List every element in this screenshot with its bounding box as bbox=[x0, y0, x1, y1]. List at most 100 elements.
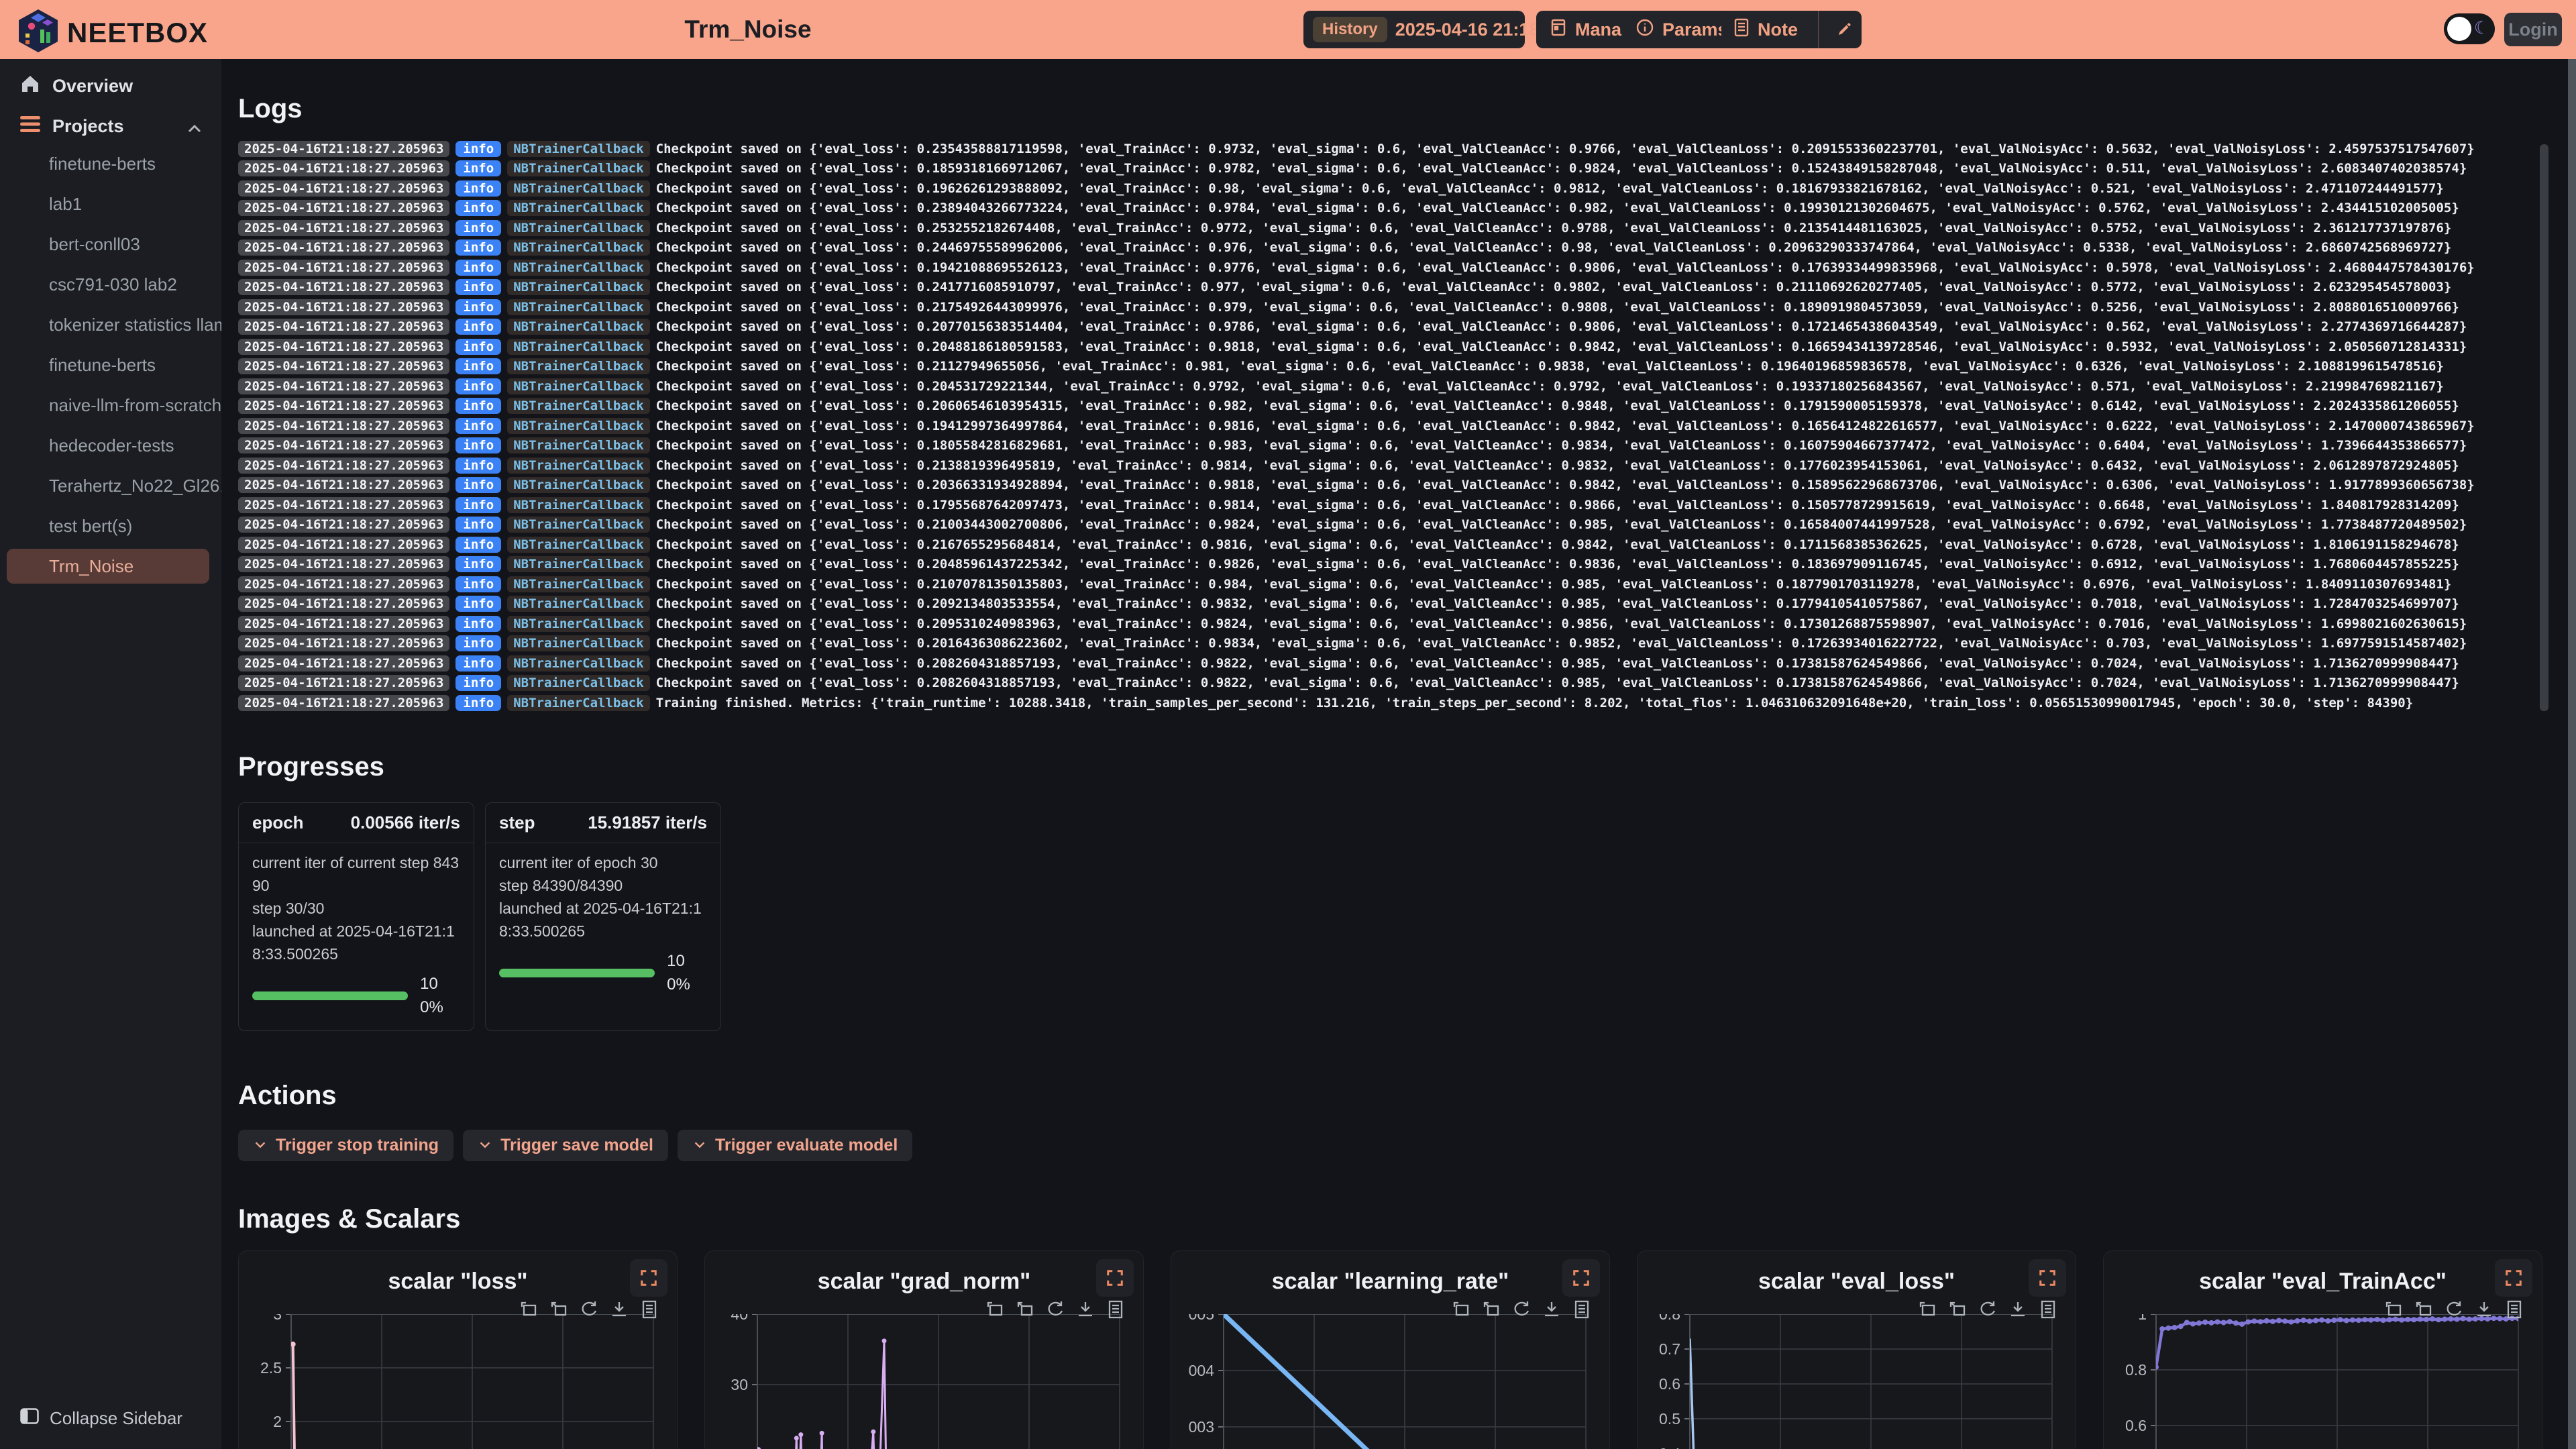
log-timestamp: 2025-04-16T21:18:27.205963 bbox=[238, 141, 449, 157]
zoom-reset-icon[interactable] bbox=[1481, 1299, 1501, 1320]
chart-plot[interactable]: 40302010 bbox=[717, 1314, 1132, 1449]
log-level-badge: info bbox=[455, 497, 501, 513]
data-view-icon[interactable] bbox=[1572, 1299, 1592, 1320]
chart-toolbar bbox=[1917, 1299, 2058, 1320]
log-tag: NBTrainerCallback bbox=[507, 220, 649, 236]
page-scrollbar[interactable] bbox=[2568, 59, 2576, 1449]
neetbox-logo-icon bbox=[19, 9, 58, 56]
download-icon[interactable] bbox=[1075, 1299, 1095, 1320]
zoom-reset-icon[interactable] bbox=[1015, 1299, 1035, 1320]
chevron-up-icon[interactable] bbox=[186, 119, 203, 140]
sidebar-project-item-selected[interactable]: Trm_Noise bbox=[7, 549, 209, 584]
chart-plot[interactable]: 10.80.60.40.2 bbox=[2116, 1314, 2531, 1449]
sidebar-project-item[interactable]: test bert(s) bbox=[0, 506, 221, 546]
log-tag: NBTrainerCallback bbox=[507, 497, 649, 513]
sidebar-item-overview[interactable]: Overview bbox=[0, 68, 221, 103]
chart-card: scalar "eval_loss" 0.80.70.60.50.40.30.2 bbox=[1637, 1250, 2076, 1449]
sidebar-project-item[interactable]: tokenizer statistics llama... bbox=[0, 305, 221, 345]
expand-chart-button[interactable] bbox=[630, 1259, 667, 1297]
log-tag: NBTrainerCallback bbox=[507, 180, 649, 197]
log-message: Checkpoint saved on {'eval_loss': 0.2082… bbox=[656, 676, 2459, 690]
log-scrollbar[interactable] bbox=[2540, 144, 2548, 711]
svg-text:0.6: 0.6 bbox=[1659, 1375, 1680, 1393]
data-view-icon[interactable] bbox=[1106, 1299, 1126, 1320]
brand[interactable]: NEETBOX bbox=[19, 9, 208, 56]
expand-chart-button[interactable] bbox=[1562, 1259, 1600, 1297]
log-timestamp: 2025-04-16T21:18:27.205963 bbox=[238, 596, 449, 612]
log-tag: NBTrainerCallback bbox=[507, 655, 649, 672]
log-message: Checkpoint saved on {'eval_loss': 0.2167… bbox=[656, 537, 2459, 552]
download-icon[interactable] bbox=[2474, 1299, 2494, 1320]
log-row: 2025-04-16T21:18:27.205963 info NBTraine… bbox=[238, 674, 2539, 694]
log-list[interactable]: 2025-04-16T21:18:27.205963 info NBTraine… bbox=[238, 139, 2539, 713]
log-message: Checkpoint saved on {'eval_loss': 0.2092… bbox=[656, 596, 2459, 611]
zoom-reset-icon[interactable] bbox=[2414, 1299, 2434, 1320]
zoom-reset-icon[interactable] bbox=[1947, 1299, 1968, 1320]
expand-chart-button[interactable] bbox=[2495, 1259, 2532, 1297]
download-icon[interactable] bbox=[609, 1299, 629, 1320]
log-level-badge: info bbox=[455, 239, 501, 256]
log-level-badge: info bbox=[455, 517, 501, 533]
log-row: 2025-04-16T21:18:27.205963 info NBTraine… bbox=[238, 396, 2539, 417]
chart-plot[interactable]: 0.80.70.60.50.40.30.2 bbox=[1650, 1314, 2065, 1449]
log-row: 2025-04-16T21:18:27.205963 info NBTraine… bbox=[238, 555, 2539, 575]
sidebar-item-projects[interactable]: Projects bbox=[0, 109, 221, 144]
zoom-reset-icon[interactable] bbox=[549, 1299, 569, 1320]
note-main[interactable]: Note bbox=[1721, 11, 1810, 48]
login-button[interactable]: Login bbox=[2504, 13, 2562, 46]
log-tag: NBTrainerCallback bbox=[507, 576, 649, 592]
log-level-badge: info bbox=[455, 319, 501, 335]
log-level-badge: info bbox=[455, 180, 501, 197]
sidebar-project-item[interactable]: finetune-berts bbox=[0, 144, 221, 184]
progress-name: step bbox=[499, 812, 535, 833]
collapse-sidebar-button[interactable]: Collapse Sidebar bbox=[0, 1408, 182, 1429]
data-view-icon[interactable] bbox=[639, 1299, 659, 1320]
expand-chart-button[interactable] bbox=[2029, 1259, 2066, 1297]
zoom-select-icon[interactable] bbox=[1917, 1299, 1937, 1320]
chart-plot[interactable]: 005004003002001 bbox=[1183, 1314, 1599, 1449]
sidebar-project-item[interactable]: finetune-berts bbox=[0, 345, 221, 385]
log-timestamp: 2025-04-16T21:18:27.205963 bbox=[238, 616, 449, 632]
log-row: 2025-04-16T21:18:27.205963 info NBTraine… bbox=[238, 178, 2539, 199]
actions-heading: Actions bbox=[238, 1081, 2560, 1111]
sidebar: Overview Projects finetune-bertslab1bert… bbox=[0, 59, 221, 1449]
expand-chart-button[interactable] bbox=[1096, 1259, 1134, 1297]
trigger-action-button[interactable]: Trigger evaluate model bbox=[678, 1130, 912, 1161]
chart-plot[interactable]: 32.521.51 bbox=[251, 1314, 666, 1449]
sidebar-project-item[interactable]: lab1 bbox=[0, 184, 221, 224]
log-message: Checkpoint saved on {'eval_loss': 0.2060… bbox=[656, 398, 2459, 413]
sidebar-project-item[interactable]: csc791-030 lab2 bbox=[0, 264, 221, 305]
log-timestamp: 2025-04-16T21:18:27.205963 bbox=[238, 319, 449, 335]
trigger-action-button[interactable]: Trigger stop training bbox=[238, 1130, 453, 1161]
download-icon[interactable] bbox=[1542, 1299, 1562, 1320]
sidebar-project-item[interactable]: bert-conll03 bbox=[0, 224, 221, 264]
sidebar-project-item[interactable]: naive-llm-from-scratch bbox=[0, 385, 221, 425]
history-dropdown[interactable]: History 2025-04-16 21:18:30 bbox=[1303, 11, 1525, 48]
sidebar-project-item[interactable]: Terahertz_No22_Gl261_gl... bbox=[0, 466, 221, 506]
zoom-select-icon[interactable] bbox=[985, 1299, 1005, 1320]
trigger-action-button[interactable]: Trigger save model bbox=[463, 1130, 668, 1161]
log-row: 2025-04-16T21:18:27.205963 info NBTraine… bbox=[238, 416, 2539, 436]
restore-icon[interactable] bbox=[1978, 1299, 1998, 1320]
edit-note-button[interactable] bbox=[1827, 11, 1862, 48]
sidebar-project-item[interactable]: hedecoder-tests bbox=[0, 425, 221, 466]
log-level-badge: info bbox=[455, 576, 501, 592]
zoom-select-icon[interactable] bbox=[2383, 1299, 2404, 1320]
zoom-select-icon[interactable] bbox=[1451, 1299, 1471, 1320]
data-view-icon[interactable] bbox=[2504, 1299, 2524, 1320]
manage-icon bbox=[1550, 18, 1567, 42]
zoom-select-icon[interactable] bbox=[519, 1299, 539, 1320]
log-tag: NBTrainerCallback bbox=[507, 358, 649, 374]
log-level-badge: info bbox=[455, 695, 501, 711]
restore-icon[interactable] bbox=[2444, 1299, 2464, 1320]
restore-icon[interactable] bbox=[1511, 1299, 1532, 1320]
log-tag: NBTrainerCallback bbox=[507, 398, 649, 414]
download-icon[interactable] bbox=[2008, 1299, 2028, 1320]
progress-bar bbox=[499, 969, 655, 977]
note-button[interactable]: Note bbox=[1721, 11, 1862, 48]
theme-toggle[interactable]: ☾ bbox=[2444, 13, 2495, 44]
restore-icon[interactable] bbox=[1045, 1299, 1065, 1320]
log-message: Checkpoint saved on {'eval_loss': 0.2048… bbox=[656, 339, 2467, 354]
restore-icon[interactable] bbox=[579, 1299, 599, 1320]
data-view-icon[interactable] bbox=[2038, 1299, 2058, 1320]
